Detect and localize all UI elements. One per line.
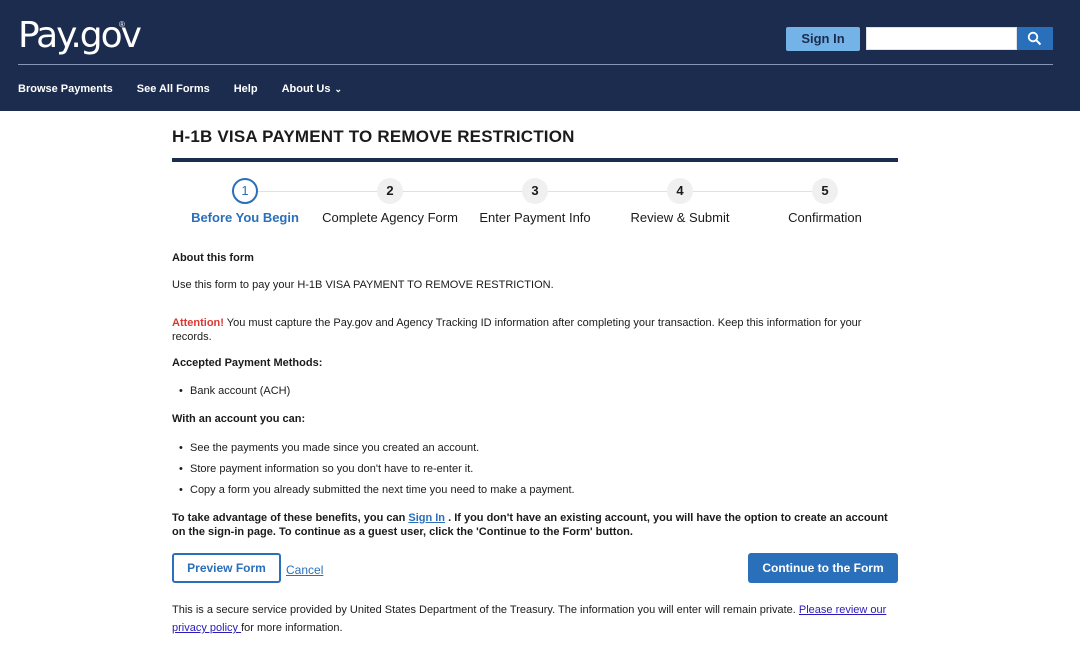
sign-in-button[interactable]: Sign In	[786, 27, 860, 51]
step-3-number: 3	[522, 178, 548, 204]
page-title: H-1B VISA PAYMENT TO REMOVE RESTRICTION	[172, 127, 575, 146]
step-2-number: 2	[377, 178, 403, 204]
search-button[interactable]	[1017, 27, 1053, 50]
step-5-label: Confirmation	[788, 210, 862, 225]
payment-methods-list: • Bank account (ACH)	[179, 384, 290, 405]
step-4-label: Review & Submit	[630, 210, 730, 225]
benefits-note: To take advantage of these benefits, you…	[172, 511, 898, 539]
preview-form-button[interactable]: Preview Form	[172, 553, 281, 583]
benefits-prefix: To take advantage of these benefits, you…	[172, 512, 409, 524]
nav-see-all-forms[interactable]: See All Forms	[137, 80, 210, 98]
chevron-down-icon: ⌄	[334, 84, 342, 94]
list-item: • Store payment information so you don't …	[179, 463, 474, 475]
list-item: • See the payments you made since you cre…	[179, 442, 480, 454]
search-icon	[1027, 31, 1042, 46]
benefit-label: Store payment information so you don't h…	[190, 463, 474, 475]
step-5: 5 Confirmation	[752, 177, 898, 225]
step-3: 3 Enter Payment Info	[462, 177, 608, 225]
step-4-number: 4	[667, 178, 693, 204]
list-item: • Bank account (ACH)	[179, 385, 291, 397]
title-divider	[172, 158, 898, 162]
secure-suffix: for more information.	[241, 622, 343, 634]
nav-about-us[interactable]: About Us ⌄	[282, 80, 342, 98]
sign-in-link[interactable]: Sign In	[408, 512, 445, 524]
step-2-label: Complete Agency Form	[322, 210, 458, 225]
nav-about-us-label: About Us	[281, 83, 331, 95]
attention-notice: Attention! You must capture the Pay.gov …	[172, 316, 898, 344]
step-3-label: Enter Payment Info	[479, 210, 591, 225]
step-1-number: 1	[232, 178, 258, 204]
secure-prefix: This is a secure service provided by Uni…	[172, 604, 799, 616]
step-5-number: 5	[812, 178, 838, 204]
about-heading: About this form	[172, 252, 254, 264]
search-input[interactable]	[866, 27, 1017, 50]
progress-stepper: 1 Before You Begin 2 Complete Agency For…	[172, 177, 898, 231]
step-1-label: Before You Begin	[191, 210, 299, 225]
step-1: 1 Before You Begin	[172, 177, 318, 225]
site-header: Pay.gov ® Sign In Browse Payments See Al…	[0, 0, 1080, 111]
step-4: 4 Review & Submit	[607, 177, 753, 225]
nav-help[interactable]: Help	[234, 80, 258, 98]
attention-label: Attention!	[172, 317, 224, 329]
main-nav: Browse Payments See All Forms Help About…	[18, 80, 366, 98]
header-divider	[18, 64, 1053, 65]
payment-methods-heading: Accepted Payment Methods:	[172, 357, 323, 369]
list-item: • Copy a form you already submitted the n…	[179, 484, 575, 496]
registered-mark: ®	[119, 20, 125, 29]
step-2: 2 Complete Agency Form	[317, 177, 463, 225]
payment-method-label: Bank account (ACH)	[190, 385, 291, 397]
attention-text: You must capture the Pay.gov and Agency …	[172, 317, 862, 343]
nav-browse-payments[interactable]: Browse Payments	[18, 80, 113, 98]
benefit-label: Copy a form you already submitted the ne…	[190, 484, 575, 496]
account-heading: With an account you can:	[172, 413, 306, 425]
benefit-label: See the payments you made since you crea…	[190, 442, 480, 454]
use-text: Use this form to pay your H-1B VISA PAYM…	[172, 279, 554, 291]
cancel-link[interactable]: Cancel	[286, 563, 323, 577]
account-benefits-list: • See the payments you made since you cre…	[179, 441, 575, 504]
continue-to-form-button[interactable]: Continue to the Form	[748, 553, 898, 583]
security-notice: This is a secure service provided by Uni…	[172, 601, 898, 637]
